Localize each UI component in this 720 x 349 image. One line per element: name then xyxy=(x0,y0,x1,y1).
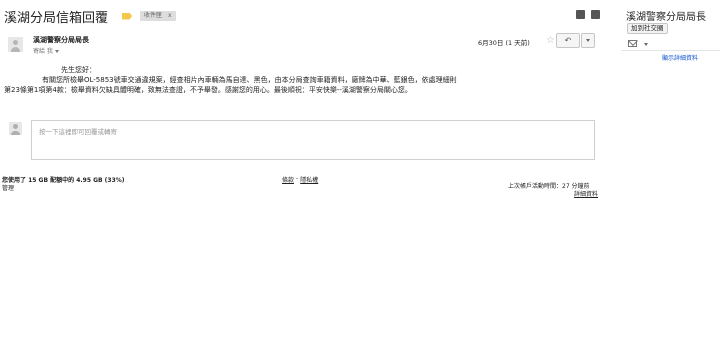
message-paragraph: 有關您所檢舉OL-5853號車交通違規案，經查相片內車輛為馬自達、黑色，由本分局… xyxy=(42,76,457,84)
chevron-down-icon xyxy=(586,39,590,42)
chevron-down-icon[interactable] xyxy=(644,43,648,46)
avatar-head xyxy=(13,40,18,45)
inbox-label-chip[interactable]: 收件匣 x xyxy=(140,11,176,21)
sender-name[interactable]: 溪湖警察分局局長 xyxy=(33,35,89,45)
avatar-head xyxy=(13,124,18,129)
show-details-link[interactable]: 顯示詳細資料 xyxy=(662,53,698,62)
terms-link[interactable]: 條款 xyxy=(282,175,294,184)
new-window-icon[interactable] xyxy=(591,10,600,19)
star-icon[interactable]: ☆ xyxy=(546,35,555,46)
user-avatar xyxy=(9,122,22,135)
sender-avatar xyxy=(8,37,23,52)
reply-icon: ↶ xyxy=(564,36,572,45)
message: 溪湖警察分局局長 寄給 我 6月30日 (1 天前) ☆ ↶ 先生您好： 有關您… xyxy=(0,28,604,108)
sidebar-divider xyxy=(621,50,720,51)
reply-button[interactable]: ↶ xyxy=(556,33,580,48)
more-actions-button[interactable] xyxy=(581,33,595,48)
thread-actions xyxy=(576,10,600,19)
inbox-label-text: 收件匣 xyxy=(144,12,163,19)
add-to-circles-button[interactable]: 加到社交圈 xyxy=(627,23,668,34)
remove-label-icon[interactable]: x xyxy=(168,11,172,21)
thread-subject: 溪湖分局信箱回覆 xyxy=(4,10,109,26)
message-paragraph-cont: 第23條第1項第4款：檢舉資料欠缺具體明確，致無法查證，不予舉發。感謝您的用心。… xyxy=(4,86,412,94)
contact-name: 溪湖警察分局局長 xyxy=(626,12,706,23)
important-label-icon[interactable] xyxy=(122,12,133,20)
activity-details-link[interactable]: 詳細資料 xyxy=(574,189,598,198)
reply-input[interactable]: 按一下這裡即可回覆或轉寄 xyxy=(31,120,595,160)
recipient-line[interactable]: 寄給 我 xyxy=(33,46,59,55)
chevron-down-icon[interactable] xyxy=(54,49,59,53)
avatar-body xyxy=(11,47,20,52)
message-greeting: 先生您好： xyxy=(61,66,96,74)
recipient-text: 寄給 我 xyxy=(33,48,53,55)
print-icon[interactable] xyxy=(576,10,585,19)
message-body: 先生您好： 有關您所檢舉OL-5853號車交通違規案，經查相片內車輛為馬自達、黑… xyxy=(4,65,604,95)
email-icon[interactable] xyxy=(628,40,637,47)
subject-row: 溪湖分局信箱回覆 收件匣 x xyxy=(4,6,176,26)
avatar-body xyxy=(11,131,20,135)
message-date: 6月30日 (1 天前) xyxy=(478,39,530,47)
storage-quota: 您使用了 15 GB 配額中的 4.95 GB (33%) xyxy=(2,177,125,184)
manage-link[interactable]: 管理 xyxy=(2,183,14,192)
footer-links: 條款 - 隱私權 xyxy=(282,175,318,184)
footer-separator: - xyxy=(296,175,299,182)
privacy-link[interactable]: 隱私權 xyxy=(300,175,318,184)
